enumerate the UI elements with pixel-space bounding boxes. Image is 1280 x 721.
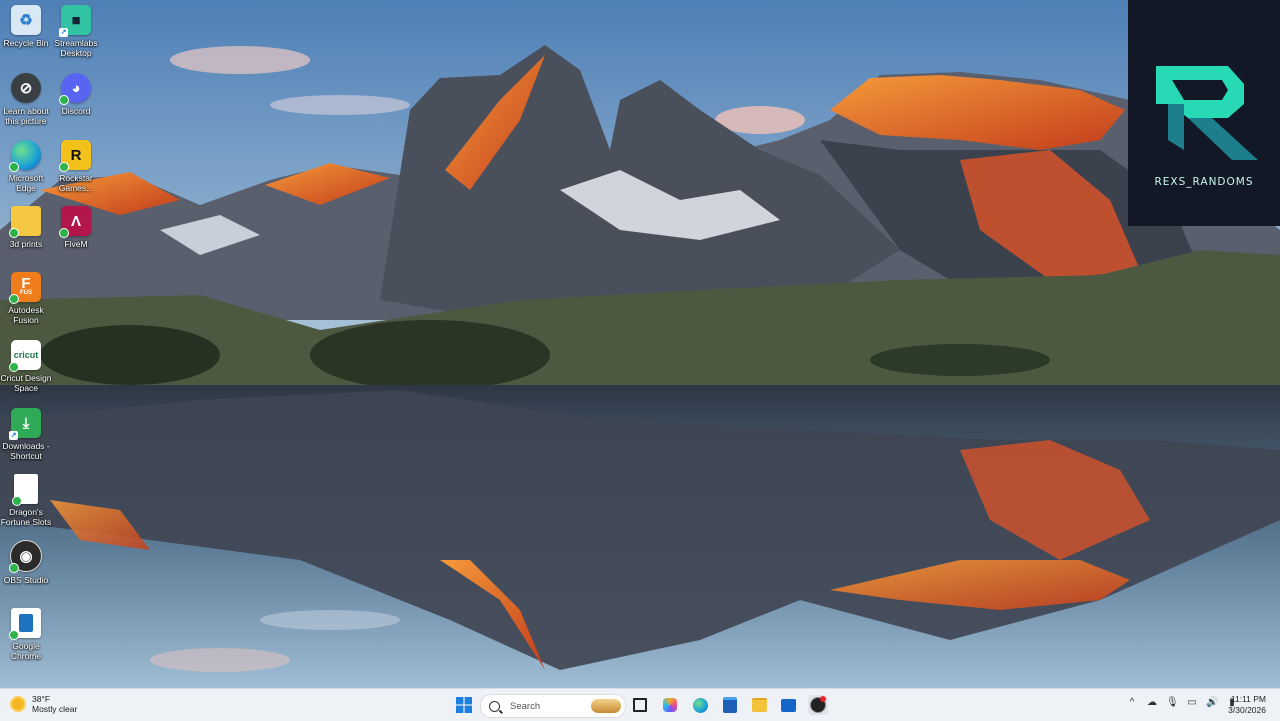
desktop-icon-learn-about-picture[interactable]: ⊘ Learn about this picture (0, 73, 52, 126)
taskbar-search[interactable]: Search (480, 694, 626, 718)
edge-icon (692, 697, 708, 713)
rockstar-icon: R (59, 140, 91, 172)
rexs-randoms-logo: REXS_RANDOMS (1128, 0, 1280, 226)
desktop-icon-autodesk-fusion[interactable]: F FUS Autodesk Fusion (0, 272, 52, 325)
streamlabs-icon: ■ ↗ (59, 5, 91, 37)
learn-about-picture-icon: ⊘ (11, 73, 41, 103)
taskbar-clock[interactable]: 11:11 PM 3/30/2026 (1228, 694, 1266, 716)
desktop-icon-cricut-design-space[interactable]: cricut Cricut Design Space (0, 340, 52, 393)
folder-icon (9, 206, 41, 238)
brand-text: REXS_RANDOMS (1154, 176, 1254, 188)
system-tray: ^ ☁ 🎙 ▭ 🔊 ▮ (1126, 697, 1238, 708)
desktop-icon-dragons-fortune-slots[interactable]: Dragon's Fortune Slots (0, 474, 52, 527)
windows-logo-icon (456, 697, 472, 713)
weather-condition: Mostly clear (32, 704, 78, 714)
weather-temperature: 38°F (32, 694, 51, 704)
store-icon (723, 697, 737, 713)
desktop-icon-rockstar-games[interactable]: R Rockstar Games... (50, 140, 102, 193)
document-icon (12, 474, 38, 506)
desktop-icon-downloads-shortcut[interactable]: ⤓ ↗ Downloads - Shortcut (0, 408, 52, 461)
search-placeholder: Search (510, 700, 541, 712)
search-icon (489, 700, 500, 712)
recycle-bin-icon: ♻ (11, 5, 41, 35)
desktop-icon-fivem[interactable]: Λ FiveM (50, 206, 102, 249)
outlook-icon (780, 698, 796, 712)
clock-date: 3/30/2026 (1228, 705, 1266, 715)
desktop-icon-google-chrome[interactable]: Google Chrome (0, 608, 52, 661)
chrome-shortcut-icon (9, 608, 41, 640)
microphone-icon[interactable]: 🎙 (1166, 697, 1179, 708)
downloads-icon: ⤓ ↗ (9, 408, 41, 440)
taskbar: 38°F Mostly clear Search ^ ☁ 🎙 ▭ 🔊 ▮ 11:… (0, 688, 1280, 721)
edge-icon (9, 140, 41, 172)
edge-taskbar-button[interactable] (690, 695, 710, 715)
file-explorer-taskbar-button[interactable] (749, 695, 769, 715)
task-view-icon (633, 698, 647, 712)
start-button[interactable] (454, 695, 474, 715)
clock-time: 11:11 PM (1230, 694, 1266, 704)
desktop-icon-3d-prints[interactable]: 3d prints (0, 206, 52, 249)
desktop-icon-recycle-bin[interactable]: ♻ Recycle Bin (0, 5, 52, 48)
search-highlight-icon (591, 699, 621, 713)
discord-icon: ◕ (59, 73, 91, 105)
outlook-taskbar-button[interactable] (778, 695, 798, 715)
store-taskbar-button[interactable] (720, 695, 740, 715)
chevron-up-icon[interactable]: ^ (1126, 697, 1138, 708)
copilot-icon (663, 698, 677, 712)
cloud-icon[interactable]: ☁ (1146, 697, 1158, 708)
autodesk-fusion-icon: F FUS (9, 272, 41, 304)
desktop-icon-streamlabs[interactable]: ■ ↗ Streamlabs Desktop (50, 5, 102, 58)
obs-icon: ◉ (9, 540, 42, 573)
fivem-icon: Λ (59, 206, 91, 238)
cricut-icon: cricut (9, 340, 41, 372)
desktop-icon-microsoft-edge[interactable]: Microsoft Edge (0, 140, 52, 193)
copilot-button[interactable] (660, 695, 680, 715)
task-view-button[interactable] (630, 695, 650, 715)
obs-taskbar-button[interactable] (808, 695, 828, 715)
weather-widget[interactable]: 38°F Mostly clear (10, 694, 77, 714)
speaker-icon[interactable]: 🔊 (1206, 697, 1218, 708)
desktop-icon-discord[interactable]: ◕ Discord (50, 73, 102, 116)
network-icon[interactable]: ▭ (1186, 697, 1198, 708)
desktop-icon-obs-studio[interactable]: ◉ OBS Studio (0, 540, 52, 585)
file-explorer-icon (751, 698, 767, 712)
desktop-wallpaper (0, 0, 1280, 688)
rex-logo-icon (1156, 66, 1258, 160)
recording-indicator-icon (820, 696, 826, 702)
weather-sun-icon (10, 696, 26, 712)
